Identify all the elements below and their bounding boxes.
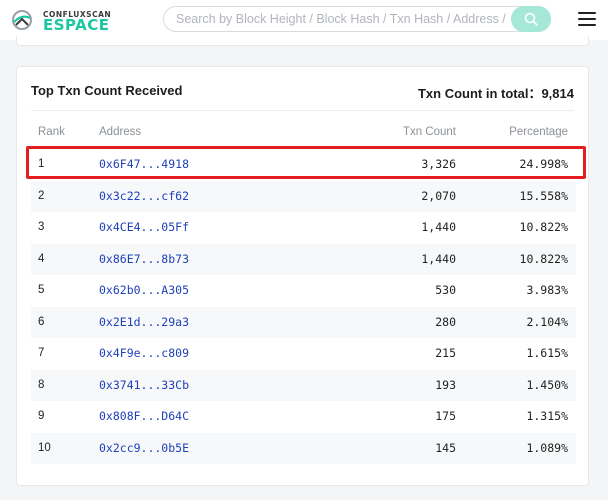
row-txn-count: 193 bbox=[435, 377, 456, 392]
column-header-rank: Rank bbox=[38, 126, 65, 138]
row-address-link[interactable]: 0x4F9e...c809 bbox=[99, 338, 189, 369]
column-header-percentage: Percentage bbox=[509, 126, 568, 138]
previous-card-bottom bbox=[16, 36, 589, 46]
hamburger-menu-icon[interactable] bbox=[578, 12, 596, 26]
row-rank: 3 bbox=[38, 221, 45, 233]
row-txn-count: 280 bbox=[435, 314, 456, 329]
row-address-link[interactable]: 0x3741...33Cb bbox=[99, 370, 189, 401]
row-rank: 9 bbox=[38, 410, 45, 422]
row-rank: 7 bbox=[38, 347, 45, 359]
row-txn-count: 3,326 bbox=[421, 157, 456, 171]
card-divider bbox=[31, 110, 574, 111]
site-logo[interactable]: CONFLUXSCAN ESPACE bbox=[10, 6, 122, 34]
table-row: 3 0x4CE4...05Ff 1,440 10.822% bbox=[31, 212, 576, 244]
row-address-link[interactable]: 0x808F...D64C bbox=[99, 401, 189, 432]
table-row: 6 0x2E1d...29a3 280 2.104% bbox=[31, 306, 576, 338]
row-txn-count: 1,440 bbox=[421, 220, 456, 234]
row-address-link[interactable]: 0x3c22...cf62 bbox=[99, 181, 189, 212]
row-percentage: 1.315% bbox=[526, 409, 568, 423]
row-txn-count: 175 bbox=[435, 409, 456, 423]
table-row: 1 0x6F47...4918 3,326 24.998% bbox=[31, 149, 576, 181]
row-percentage: 10.822% bbox=[519, 220, 568, 234]
txn-count-table: Rank Address Txn Count Percentage 1 0x6F… bbox=[31, 117, 576, 464]
row-address-link[interactable]: 0x2cc9...0b5E bbox=[99, 433, 189, 464]
txn-count-total-label: Txn Count in total： bbox=[417, 86, 542, 101]
table-header: Rank Address Txn Count Percentage bbox=[31, 117, 576, 149]
row-percentage: 15.558% bbox=[519, 188, 568, 203]
row-rank: 1 bbox=[38, 158, 45, 170]
row-percentage: 1.089% bbox=[526, 440, 568, 455]
row-rank: 5 bbox=[38, 284, 45, 296]
search-input[interactable] bbox=[176, 7, 506, 31]
row-percentage: 2.104% bbox=[526, 314, 568, 329]
row-percentage: 1.450% bbox=[526, 377, 568, 392]
card-title: Top Txn Count Received bbox=[31, 83, 183, 98]
table-row: 2 0x3c22...cf62 2,070 15.558% bbox=[31, 180, 576, 212]
row-rank: 2 bbox=[38, 189, 45, 202]
row-percentage: 3.983% bbox=[526, 283, 568, 297]
top-txn-count-received-card: Top Txn Count Received Txn Count in tota… bbox=[16, 66, 589, 486]
confluxscan-logo-icon bbox=[12, 10, 32, 30]
txn-count-total: Txn Count in total：9,814 bbox=[418, 83, 574, 102]
search-button[interactable] bbox=[511, 6, 551, 32]
search-icon bbox=[524, 12, 538, 26]
row-address-link[interactable]: 0x6F47...4918 bbox=[99, 149, 189, 180]
row-rank: 4 bbox=[38, 252, 45, 265]
table-row: 4 0x86E7...8b73 1,440 10.822% bbox=[31, 243, 576, 275]
column-header-address: Address bbox=[99, 126, 142, 138]
column-header-txn-count: Txn Count bbox=[402, 126, 456, 138]
row-txn-count: 530 bbox=[435, 283, 456, 297]
row-address-link[interactable]: 0x62b0...A305 bbox=[99, 275, 189, 306]
search-bar bbox=[163, 6, 551, 32]
top-header: CONFLUXSCAN ESPACE bbox=[0, 0, 608, 40]
row-percentage: 1.615% bbox=[526, 346, 568, 360]
table-row: 7 0x4F9e...c809 215 1.615% bbox=[31, 338, 576, 370]
row-address-link[interactable]: 0x86E7...8b73 bbox=[99, 244, 189, 275]
table-row: 5 0x62b0...A305 530 3.983% bbox=[31, 275, 576, 307]
row-txn-count: 2,070 bbox=[421, 188, 456, 203]
row-address-link[interactable]: 0x2E1d...29a3 bbox=[99, 307, 189, 338]
row-address-link[interactable]: 0x4CE4...05Ff bbox=[99, 212, 189, 243]
row-rank: 6 bbox=[38, 315, 45, 328]
logo-text-bottom: ESPACE bbox=[43, 16, 110, 34]
row-rank: 8 bbox=[38, 378, 45, 391]
row-txn-count: 1,440 bbox=[421, 251, 456, 266]
row-txn-count: 215 bbox=[435, 346, 456, 360]
row-txn-count: 145 bbox=[435, 440, 456, 455]
table-row: 9 0x808F...D64C 175 1.315% bbox=[31, 401, 576, 433]
row-percentage: 24.998% bbox=[519, 157, 568, 171]
table-row: 10 0x2cc9...0b5E 145 1.089% bbox=[31, 432, 576, 464]
table-row: 8 0x3741...33Cb 193 1.450% bbox=[31, 369, 576, 401]
row-percentage: 10.822% bbox=[519, 251, 568, 266]
row-rank: 10 bbox=[38, 441, 51, 454]
txn-count-total-value: 9,814 bbox=[541, 86, 574, 101]
